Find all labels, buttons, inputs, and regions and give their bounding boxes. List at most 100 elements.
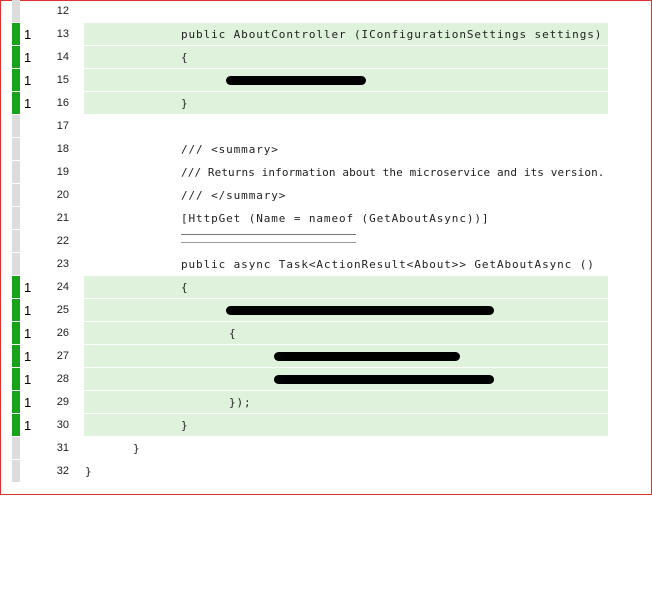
change-count: 1 bbox=[24, 73, 32, 88]
line-number: 13 bbox=[56, 28, 69, 40]
line-number: 24 bbox=[56, 281, 69, 293]
change-marker bbox=[12, 322, 20, 344]
line-number: 23 bbox=[56, 258, 69, 270]
line-background bbox=[84, 437, 608, 459]
diff-line: 18 /// <summary> bbox=[0, 138, 652, 161]
code-text: } bbox=[133, 442, 141, 455]
change-marker bbox=[12, 138, 20, 160]
code-text: } bbox=[181, 419, 189, 432]
code-text: public async Task<ActionResult<About>> G… bbox=[181, 258, 595, 271]
line-background bbox=[84, 138, 608, 160]
diff-line: 1 30 } bbox=[0, 414, 652, 437]
line-number: 20 bbox=[56, 189, 69, 201]
diff-line: 19 /// Returns information about the mic… bbox=[0, 161, 652, 184]
diff-line: 1 16 } bbox=[0, 92, 652, 115]
change-marker bbox=[12, 391, 20, 413]
code-text: public AboutController (IConfigurationSe… bbox=[181, 28, 603, 41]
change-marker bbox=[12, 92, 20, 114]
change-marker bbox=[12, 414, 20, 436]
line-number: 19 bbox=[56, 166, 69, 178]
line-number: 29 bbox=[56, 396, 69, 408]
diff-line: 1 28 bbox=[0, 368, 652, 391]
line-number: 25 bbox=[56, 304, 69, 316]
line-background bbox=[84, 414, 608, 436]
change-count: 1 bbox=[24, 349, 32, 364]
change-marker bbox=[12, 69, 20, 91]
line-number: 26 bbox=[56, 327, 69, 339]
diff-line: 1 26 { bbox=[0, 322, 652, 345]
line-number: 28 bbox=[56, 373, 69, 385]
line-background bbox=[84, 115, 608, 137]
line-background bbox=[84, 0, 608, 22]
line-background bbox=[84, 184, 608, 206]
change-count: 1 bbox=[24, 418, 32, 433]
code-text: /// </summary> bbox=[181, 189, 287, 202]
diff-line: 1 24 { bbox=[0, 276, 652, 299]
diff-line: 1 15 bbox=[0, 69, 652, 92]
code-text: } bbox=[85, 465, 93, 478]
change-marker bbox=[12, 253, 20, 275]
diff-view: 12 1 13 public AboutController (IConfigu… bbox=[0, 0, 652, 483]
change-marker bbox=[12, 115, 20, 137]
change-count: 1 bbox=[24, 395, 32, 410]
diff-line: 20 /// </summary> bbox=[0, 184, 652, 207]
change-count: 1 bbox=[24, 280, 32, 295]
diff-line: 32 } bbox=[0, 460, 652, 483]
diff-line: 1 27 bbox=[0, 345, 652, 368]
line-number: 14 bbox=[56, 51, 69, 63]
change-marker bbox=[12, 460, 20, 482]
change-marker bbox=[12, 23, 20, 45]
line-number: 30 bbox=[56, 419, 69, 431]
change-marker bbox=[12, 46, 20, 68]
change-marker bbox=[12, 345, 20, 367]
code-text: { bbox=[229, 327, 237, 340]
line-background bbox=[84, 46, 608, 68]
line-number: 27 bbox=[56, 350, 69, 362]
code-text: }); bbox=[229, 396, 252, 409]
diff-line: 21 [HttpGet (Name = nameof (GetAboutAsyn… bbox=[0, 207, 652, 230]
change-count: 1 bbox=[24, 27, 32, 42]
diff-line: 22 bbox=[0, 230, 652, 253]
line-number: 32 bbox=[56, 465, 69, 477]
change-marker bbox=[12, 184, 20, 206]
diff-line: 1 29 }); bbox=[0, 391, 652, 414]
change-marker bbox=[12, 0, 20, 22]
line-number: 22 bbox=[56, 235, 69, 247]
change-marker bbox=[12, 207, 20, 229]
change-marker bbox=[12, 368, 20, 390]
line-background bbox=[84, 92, 608, 114]
line-number: 16 bbox=[56, 97, 69, 109]
diff-line: 1 13 public AboutController (IConfigurat… bbox=[0, 23, 652, 46]
line-number: 12 bbox=[56, 5, 69, 17]
code-text: { bbox=[181, 281, 189, 294]
code-text: { bbox=[181, 51, 189, 64]
change-marker bbox=[12, 230, 20, 252]
diff-line: 17 bbox=[0, 115, 652, 138]
line-background bbox=[84, 460, 608, 482]
redaction-mark bbox=[226, 306, 494, 315]
diff-line: 23 public async Task<ActionResult<About>… bbox=[0, 253, 652, 276]
change-marker bbox=[12, 161, 20, 183]
change-count: 1 bbox=[24, 326, 32, 341]
diff-line: 1 14 { bbox=[0, 46, 652, 69]
change-count: 1 bbox=[24, 50, 32, 65]
line-number: 15 bbox=[56, 74, 69, 86]
change-marker bbox=[12, 437, 20, 459]
line-background bbox=[84, 276, 608, 298]
code-text: [HttpGet (Name = nameof (GetAboutAsync))… bbox=[181, 212, 490, 225]
change-count: 1 bbox=[24, 303, 32, 318]
redaction-mark bbox=[274, 352, 460, 361]
line-background bbox=[84, 322, 608, 344]
line-number: 17 bbox=[56, 120, 69, 132]
line-number: 21 bbox=[56, 212, 69, 224]
clipped-code-fragment bbox=[181, 234, 356, 243]
line-number: 18 bbox=[56, 143, 69, 155]
code-text: /// <summary> bbox=[181, 143, 279, 156]
diff-line: 1 25 bbox=[0, 299, 652, 322]
change-count: 1 bbox=[24, 372, 32, 387]
change-count: 1 bbox=[24, 96, 32, 111]
redaction-mark bbox=[274, 375, 494, 384]
change-marker bbox=[12, 299, 20, 321]
redaction-mark bbox=[226, 76, 366, 85]
diff-line: 31 } bbox=[0, 437, 652, 460]
